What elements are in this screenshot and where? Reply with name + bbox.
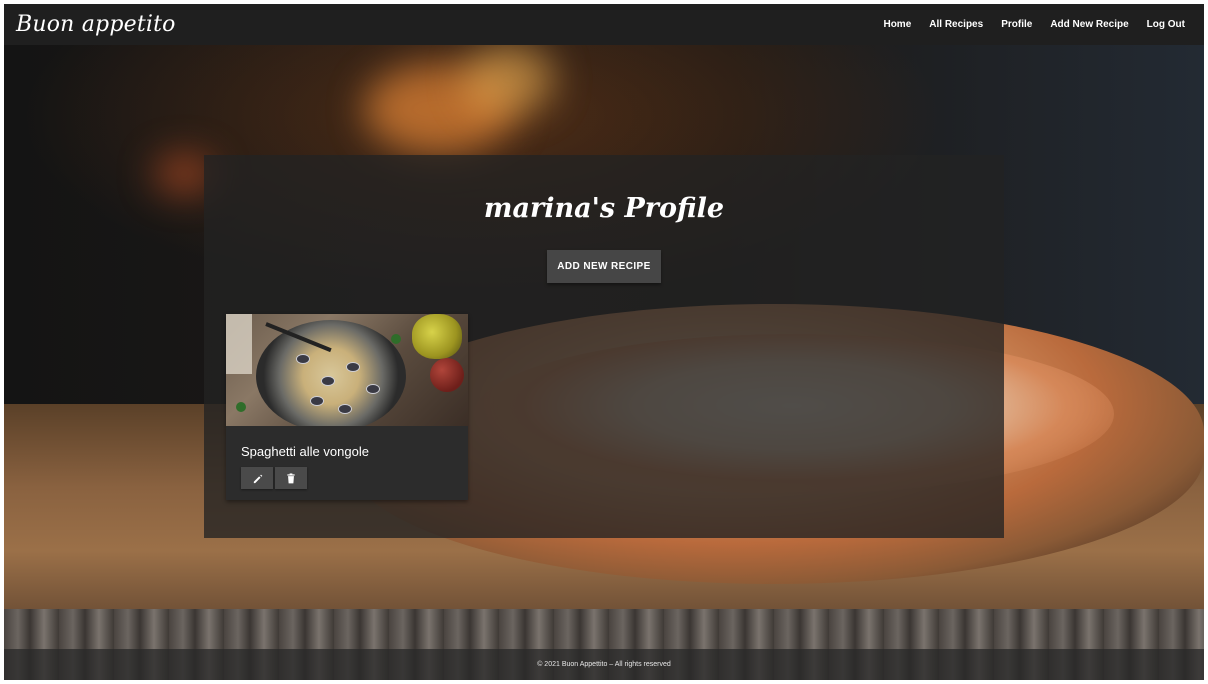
- nav-home[interactable]: Home: [874, 19, 920, 30]
- navbar: Buon appetito Home All Recipes Profile A…: [4, 4, 1204, 45]
- recipe-title[interactable]: Spaghetti alle vongole: [241, 444, 369, 459]
- edit-recipe-button[interactable]: [241, 467, 273, 489]
- add-new-recipe-button[interactable]: ADD NEW RECIPE: [547, 250, 661, 283]
- footer: © 2021 Buon Appettito – All rights reser…: [4, 649, 1204, 680]
- page: Buon appetito Home All Recipes Profile A…: [4, 4, 1204, 680]
- trash-icon: [287, 472, 295, 483]
- copyright-text: © 2021 Buon Appettito – All rights reser…: [537, 661, 671, 668]
- nav-log-out[interactable]: Log Out: [1138, 19, 1194, 30]
- nav-profile[interactable]: Profile: [992, 19, 1041, 30]
- nav-links: Home All Recipes Profile Add New Recipe …: [874, 19, 1194, 30]
- brand-logo[interactable]: Buon appetito: [16, 12, 176, 37]
- pencil-icon: [253, 474, 262, 483]
- nav-all-recipes[interactable]: All Recipes: [920, 19, 992, 30]
- page-title: marina's Profile: [483, 193, 725, 224]
- delete-recipe-button[interactable]: [275, 467, 307, 489]
- nav-add-new-recipe[interactable]: Add New Recipe: [1041, 19, 1137, 30]
- recipe-image[interactable]: [226, 314, 468, 426]
- profile-panel: marina's Profile ADD NEW RECIPE Spaghett…: [204, 155, 1004, 538]
- recipe-card: Spaghetti alle vongole: [226, 314, 468, 500]
